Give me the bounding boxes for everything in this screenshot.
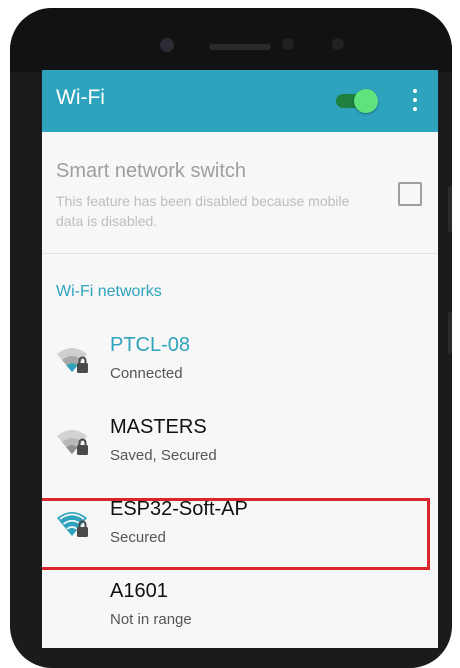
wifi-networks-header: Wi-Fi networks xyxy=(56,283,162,300)
network-status: Saved, Secured xyxy=(110,447,217,464)
network-status: Not in range xyxy=(110,611,192,628)
network-item-a1601[interactable]: A1601 Not in range xyxy=(42,570,438,648)
wifi-settings-screen: Wi-Fi Smart network switch This feature … xyxy=(42,70,438,648)
smart-network-switch-description: This feature has been disabled because m… xyxy=(56,193,350,229)
phone-top-bezel xyxy=(10,8,452,72)
toggle-knob xyxy=(354,89,378,113)
highlight-box xyxy=(42,498,430,570)
network-name: A1601 xyxy=(110,580,168,602)
smart-network-switch-title: Smart network switch xyxy=(56,160,247,182)
proximity-sensor xyxy=(282,38,294,50)
network-status: Connected xyxy=(110,365,183,382)
divider xyxy=(42,253,438,254)
smart-network-switch-checkbox[interactable] xyxy=(398,182,422,206)
light-sensor xyxy=(332,38,344,50)
wifi-lock-icon xyxy=(57,348,88,373)
app-bar: Wi-Fi xyxy=(42,70,438,132)
page-title: Wi-Fi xyxy=(56,86,105,109)
more-options-icon[interactable] xyxy=(408,86,422,114)
power-button xyxy=(448,312,452,354)
volume-button xyxy=(448,186,452,232)
phone-frame: Wi-Fi Smart network switch This feature … xyxy=(10,8,452,668)
front-camera xyxy=(160,38,174,52)
earpiece-speaker xyxy=(209,44,271,50)
network-item-ptcl-08[interactable]: PTCL-08 Connected xyxy=(42,324,438,406)
network-item-masters[interactable]: MASTERS Saved, Secured xyxy=(42,406,438,488)
network-name: MASTERS xyxy=(110,416,207,438)
wifi-lock-icon xyxy=(57,430,88,455)
network-name: PTCL-08 xyxy=(110,334,191,356)
wifi-toggle[interactable] xyxy=(334,89,378,113)
